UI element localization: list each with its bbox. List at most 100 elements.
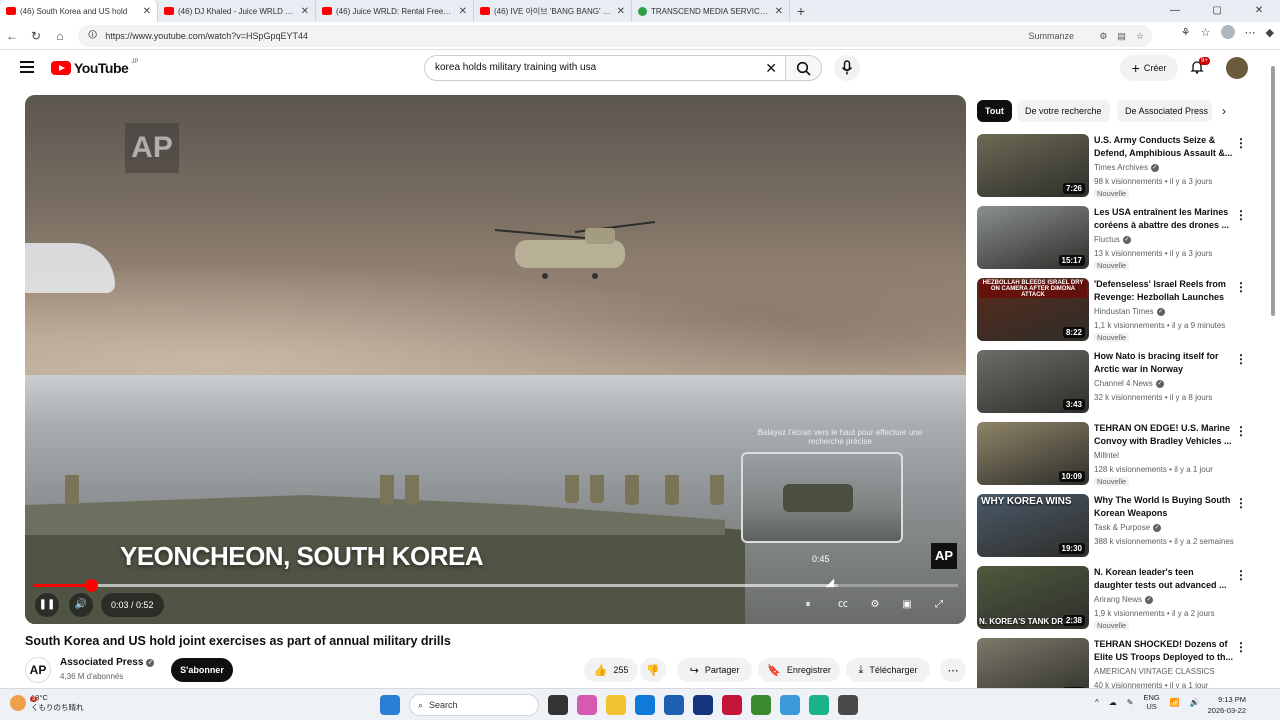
- more-vertical-icon[interactable]: ⋮: [1235, 568, 1247, 582]
- system-clock[interactable]: 9:13 PM 2026-03-22: [1200, 694, 1246, 716]
- page-scrollbar[interactable]: [1270, 56, 1276, 684]
- browser-tab[interactable]: TRANSCEND MEDIA SERVICE » Th ✕: [632, 0, 790, 22]
- channel-name[interactable]: Associated Press ✓: [60, 657, 155, 668]
- menu-icon[interactable]: [20, 61, 34, 76]
- scrollbar-thumb[interactable]: [1271, 66, 1275, 316]
- onedrive-icon[interactable]: ☁: [1109, 698, 1117, 707]
- video-thumbnail[interactable]: N. KOREA'S TANK DRILL 2:38: [977, 566, 1089, 629]
- extensions-icon[interactable]: ⚘: [1181, 26, 1191, 39]
- recommendation-item[interactable]: 10:09 TEHRAN ON EDGE! U.S. Marine Convoy…: [977, 422, 1257, 488]
- recommendation-item[interactable]: 15:17 Les USA entraînent les Marines cor…: [977, 206, 1257, 272]
- chip-from-search[interactable]: De votre recherche: [1017, 100, 1110, 122]
- volume-button[interactable]: 🔊: [69, 593, 93, 617]
- game-app-icon[interactable]: [809, 695, 829, 715]
- home-icon[interactable]: ⌂: [48, 29, 72, 43]
- recommendation-channel[interactable]: Millntel: [1094, 451, 1119, 460]
- recommendation-item[interactable]: 5:59 TEHRAN SHOCKED! Dozens of Elite US …: [977, 638, 1257, 690]
- back-arrow-icon[interactable]: ←: [0, 29, 24, 43]
- input-language[interactable]: ENG US: [1143, 693, 1159, 711]
- browser-tab[interactable]: (46) DJ Khaled - Juice WRLD DID ✕: [158, 0, 316, 22]
- subscribe-button[interactable]: S'abonner: [171, 658, 233, 682]
- clear-search-icon[interactable]: ✕: [765, 56, 777, 80]
- close-tab-icon[interactable]: ✕: [617, 6, 625, 17]
- file-explorer-icon[interactable]: [606, 695, 626, 715]
- recommendation-item[interactable]: 3:43 How Nato is bracing itself for Arct…: [977, 350, 1257, 416]
- favorite-star-icon[interactable]: ☆: [1136, 31, 1144, 42]
- search-button[interactable]: [786, 55, 822, 81]
- more-vertical-icon[interactable]: ⋮: [1235, 136, 1247, 150]
- speaker-icon[interactable]: 🔊: [1190, 698, 1200, 707]
- more-vertical-icon[interactable]: ⋮: [1235, 280, 1247, 294]
- more-vertical-icon[interactable]: ⋮: [1235, 424, 1247, 438]
- more-vertical-icon[interactable]: ⋮: [1235, 496, 1247, 510]
- recommendation-title[interactable]: Why The World Is Buying South Korean Wea…: [1094, 494, 1234, 520]
- chevron-up-icon[interactable]: ^: [1095, 698, 1099, 707]
- chip-all[interactable]: Tout: [977, 100, 1012, 122]
- edge-browser-icon[interactable]: [635, 695, 655, 715]
- account-avatar[interactable]: [1226, 57, 1248, 79]
- close-window-button[interactable]: ✕: [1238, 0, 1280, 22]
- site-info-icon[interactable]: 🛈: [88, 28, 97, 44]
- recommendation-title[interactable]: TEHRAN SHOCKED! Dozens of Elite US Troop…: [1094, 638, 1234, 664]
- recommendation-item[interactable]: 7:26 U.S. Army Conducts Seize & Defend, …: [977, 134, 1257, 200]
- summarize-button[interactable]: Summanze: [1028, 31, 1074, 41]
- app-l-icon[interactable]: [693, 695, 713, 715]
- recommendation-item[interactable]: HEZBOLLAH BLEEDS ISRAEL DRY ON CAMERA AF…: [977, 278, 1257, 344]
- like-button[interactable]: 👍 255: [584, 658, 638, 682]
- close-tab-icon[interactable]: ✕: [459, 6, 467, 17]
- create-button[interactable]: + Créer: [1120, 55, 1178, 81]
- pinned-app-icon[interactable]: [838, 695, 858, 715]
- translate-icon[interactable]: ⚙: [1099, 31, 1107, 42]
- chip-from-channel[interactable]: De Associated Press: [1117, 100, 1212, 122]
- more-vertical-icon[interactable]: ⋮: [1235, 640, 1247, 654]
- save-button[interactable]: 🔖 Enregistrer: [758, 658, 840, 682]
- recommendation-channel[interactable]: Task & Purpose ✓: [1094, 523, 1162, 532]
- taskbar-search[interactable]: ⌕ Search: [409, 694, 539, 716]
- autoplay-toggle-icon[interactable]: ⏸: [798, 595, 818, 615]
- windows-start-icon[interactable]: [380, 695, 400, 715]
- minecraft-icon[interactable]: [751, 695, 771, 715]
- recommendation-channel[interactable]: Times Archives ✓: [1094, 163, 1159, 172]
- recommendation-title[interactable]: How Nato is bracing itself for Arctic wa…: [1094, 350, 1234, 376]
- recommendation-item[interactable]: WHY KOREA WINS 19:30 Why The World Is Bu…: [977, 494, 1257, 560]
- refresh-icon[interactable]: ↻: [24, 29, 48, 43]
- close-tab-icon[interactable]: ✕: [143, 6, 151, 17]
- recommendation-title[interactable]: TEHRAN ON EDGE! U.S. Marine Convoy with …: [1094, 422, 1234, 448]
- video-thumbnail[interactable]: 10:09: [977, 422, 1089, 485]
- download-button[interactable]: ⤓ Télécharger: [846, 658, 930, 682]
- pen-icon[interactable]: ✎: [1127, 698, 1134, 707]
- profile-avatar[interactable]: [1220, 25, 1235, 39]
- video-thumbnail[interactable]: HEZBOLLAH BLEEDS ISRAEL DRY ON CAMERA AF…: [977, 278, 1089, 341]
- reader-icon[interactable]: ▤: [1117, 31, 1126, 42]
- video-player[interactable]: AP YEONCHEON, SOUTH KOREA AP Balayez l'é…: [25, 95, 966, 624]
- search-input[interactable]: korea holds military training with usa ✕: [424, 55, 786, 81]
- recommendation-title[interactable]: Les USA entraînent les Marines coréens à…: [1094, 206, 1234, 232]
- recommendation-channel[interactable]: Hindustan Times ✓: [1094, 307, 1165, 316]
- recommendation-channel[interactable]: Channel 4 News ✓: [1094, 379, 1164, 388]
- wifi-icon[interactable]: 📶: [1170, 698, 1180, 707]
- address-bar[interactable]: 🛈 https://www.youtube.com/watch?v=HSpGpq…: [78, 25, 1152, 47]
- chevron-right-icon[interactable]: ›: [1222, 104, 1226, 118]
- copilot-app-icon[interactable]: [577, 695, 597, 715]
- pause-button[interactable]: ❚❚: [35, 593, 59, 617]
- recommendation-title[interactable]: 'Defenseless' Israel Reels from Revenge:…: [1094, 278, 1234, 304]
- share-button[interactable]: ↪ Partager: [677, 658, 752, 682]
- settings-app-icon[interactable]: [780, 695, 800, 715]
- miniplayer-icon[interactable]: ▣: [897, 595, 917, 615]
- recommendation-title[interactable]: U.S. Army Conducts Seize & Defend, Amphi…: [1094, 134, 1234, 160]
- settings-gear-icon[interactable]: ⚙: [865, 595, 885, 615]
- video-thumbnail[interactable]: 15:17: [977, 206, 1089, 269]
- subtitles-icon[interactable]: ㏄: [833, 595, 853, 615]
- recommendation-channel[interactable]: Fluctus ✓: [1094, 235, 1131, 244]
- copilot-icon[interactable]: ◆: [1266, 26, 1274, 39]
- recommendation-title[interactable]: N. Korean leader's teen daughter tests o…: [1094, 566, 1234, 592]
- browser-tab[interactable]: (46) Juice WRLD: Rental Freestyle ✕: [316, 0, 474, 22]
- youtube-logo[interactable]: YouTube JP: [51, 59, 138, 76]
- video-thumbnail[interactable]: 3:43: [977, 350, 1089, 413]
- mcafee-icon[interactable]: [722, 695, 742, 715]
- store-icon[interactable]: [664, 695, 684, 715]
- recommendation-channel[interactable]: Arirang News ✓: [1094, 595, 1154, 604]
- new-tab-button[interactable]: +: [790, 3, 812, 19]
- weather-widget[interactable]: 3 13°C くもりのち晴れ: [10, 693, 84, 713]
- close-tab-icon[interactable]: ✕: [775, 6, 783, 17]
